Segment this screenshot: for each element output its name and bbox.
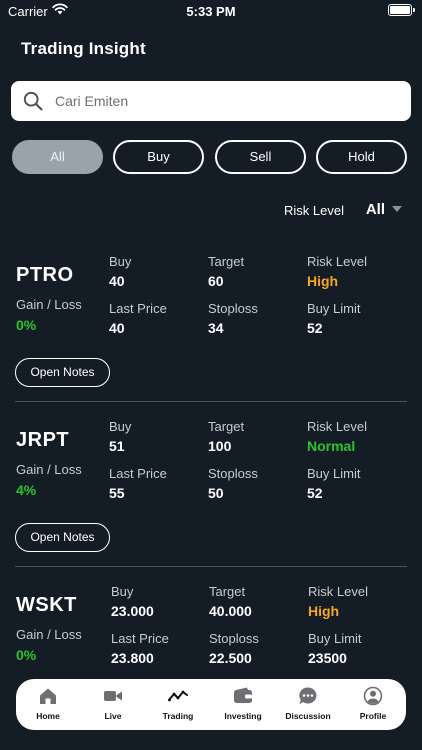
stoploss-label: Stoploss xyxy=(208,466,258,481)
nav-label-trading: Trading xyxy=(162,711,194,721)
buy-value: 40 xyxy=(109,273,125,289)
stoploss-value: 22.500 xyxy=(209,650,252,666)
risk-level-label: Risk Level xyxy=(307,254,367,269)
stock-card[interactable]: JRPT Buy 51 Target 100 Risk Level Normal… xyxy=(0,402,422,567)
status-bar: Carrier 5:33 PM xyxy=(0,0,422,22)
risk-level-value: Normal xyxy=(307,438,356,454)
last-price-value: 40 xyxy=(109,320,125,336)
nav-label-investing: Investing xyxy=(224,711,262,721)
last-price-value: 55 xyxy=(109,485,125,501)
nav-label-profile: Profile xyxy=(359,711,387,721)
nav-item-trading[interactable]: Trading xyxy=(146,679,210,730)
nav-item-investing[interactable]: Investing xyxy=(211,679,275,730)
buy-value: 51 xyxy=(109,438,125,454)
chat-icon xyxy=(299,687,317,705)
buy-limit-value: 52 xyxy=(307,485,323,501)
buy-label: Buy xyxy=(109,419,132,434)
clock: 5:33 PM xyxy=(186,4,236,19)
risk-level-value: High xyxy=(307,273,339,289)
chevron-down-icon[interactable] xyxy=(392,206,402,212)
nav-label-home: Home xyxy=(36,711,60,721)
buy-limit-value: 52 xyxy=(307,320,323,336)
gain-loss-value: 0% xyxy=(16,647,37,663)
stoploss-label: Stoploss xyxy=(208,301,258,316)
buy-value: 23.000 xyxy=(111,603,154,619)
risk-level-label: Risk Level xyxy=(307,419,367,434)
stock-ticker: JRPT xyxy=(16,429,70,451)
risk-level-value: High xyxy=(308,603,340,619)
buy-label: Buy xyxy=(109,254,132,269)
target-value: 100 xyxy=(208,438,232,454)
nav-item-profile[interactable]: Profile xyxy=(341,679,405,730)
target-value: 60 xyxy=(208,273,224,289)
search-box[interactable] xyxy=(11,81,411,121)
buy-limit-label: Buy Limit xyxy=(307,301,361,316)
battery-icon xyxy=(388,4,415,16)
nav-item-live[interactable]: Live xyxy=(81,679,145,730)
risk-level-filter-value[interactable]: All xyxy=(366,201,385,218)
last-price-label: Last Price xyxy=(109,301,167,316)
gain-loss-value: 4% xyxy=(16,482,37,498)
filter-hold-button[interactable]: Hold xyxy=(316,140,407,174)
stoploss-value: 34 xyxy=(208,320,224,336)
stock-card[interactable]: PTRO Buy 40 Target 60 Risk Level High Ga… xyxy=(0,237,422,402)
search-input[interactable] xyxy=(55,81,395,121)
nav-item-discussion[interactable]: Discussion xyxy=(276,679,340,730)
risk-level-label: Risk Level xyxy=(308,584,368,599)
bottom-nav: Home Live Trading Investing Discussion P… xyxy=(16,679,406,730)
action-filter-group: All Buy Sell Hold xyxy=(12,140,410,174)
stoploss-value: 50 xyxy=(208,485,224,501)
filter-buy-button[interactable]: Buy xyxy=(113,140,204,174)
stock-ticker: WSKT xyxy=(16,594,77,616)
buy-label: Buy xyxy=(111,584,134,599)
buy-limit-value: 23500 xyxy=(308,650,347,666)
last-price-label: Last Price xyxy=(109,466,167,481)
nav-item-home[interactable]: Home xyxy=(16,679,80,730)
last-price-value: 23.800 xyxy=(111,650,154,666)
home-icon xyxy=(40,688,56,704)
open-notes-button[interactable]: Open Notes xyxy=(15,358,110,387)
stoploss-label: Stoploss xyxy=(209,631,259,646)
risk-level-filter-label: Risk Level xyxy=(284,203,344,218)
open-notes-button[interactable]: Open Notes xyxy=(15,523,110,552)
profile-icon xyxy=(363,686,383,706)
page-title: Trading Insight xyxy=(21,39,146,58)
last-price-label: Last Price xyxy=(111,631,169,646)
nav-label-live: Live xyxy=(104,711,122,721)
gain-loss-label: Gain / Loss xyxy=(16,627,82,642)
trend-icon xyxy=(168,690,188,702)
target-label: Target xyxy=(209,584,246,599)
buy-limit-label: Buy Limit xyxy=(307,466,361,481)
risk-level-filter[interactable]: Risk Level All xyxy=(272,201,402,219)
buy-limit-label: Buy Limit xyxy=(308,631,362,646)
video-icon xyxy=(104,691,122,701)
target-label: Target xyxy=(208,419,245,434)
nav-label-discussion: Discussion xyxy=(285,711,331,721)
target-value: 40.000 xyxy=(209,603,252,619)
filter-all-button[interactable]: All xyxy=(12,140,103,174)
gain-loss-value: 0% xyxy=(16,317,37,333)
search-icon xyxy=(23,91,43,111)
stock-ticker: PTRO xyxy=(16,264,74,286)
gain-loss-label: Gain / Loss xyxy=(16,297,82,312)
filter-sell-button[interactable]: Sell xyxy=(215,140,306,174)
target-label: Target xyxy=(208,254,245,269)
wallet-icon xyxy=(234,687,252,703)
gain-loss-label: Gain / Loss xyxy=(16,462,82,477)
